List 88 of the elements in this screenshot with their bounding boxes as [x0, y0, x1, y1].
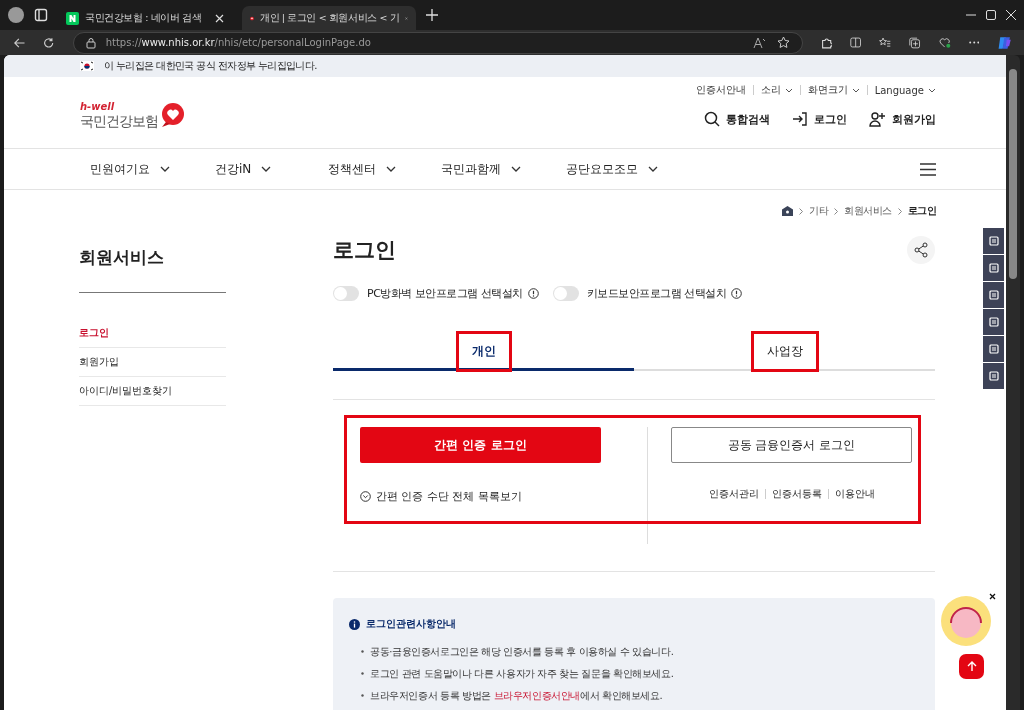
- n-logo-icon: [66, 11, 79, 25]
- bullet-icon: [361, 694, 364, 697]
- chevron-down-icon: [784, 87, 793, 93]
- scrollbar[interactable]: [1006, 55, 1020, 710]
- breadcrumb-link[interactable]: 회원서비스: [844, 204, 892, 218]
- home-icon[interactable]: [782, 206, 793, 216]
- scroll-top-button[interactable]: [959, 654, 984, 679]
- profile-icon[interactable]: [8, 7, 24, 23]
- nav-menu[interactable]: 공단요모조모: [566, 160, 659, 178]
- toggle-switch[interactable]: [552, 286, 579, 301]
- guide-link[interactable]: 브라우저인증서안내: [493, 690, 580, 701]
- maximize-icon[interactable]: [986, 10, 996, 20]
- notice-title: 로그인관련사항안내: [366, 617, 456, 631]
- header-link[interactable]: 통합검색: [704, 111, 770, 127]
- header-link[interactable]: 로그인: [792, 111, 847, 127]
- nav-menu[interactable]: 국민과함께: [441, 160, 522, 178]
- government-site-notice: 이 누리집은 대한민국 공식 전자정부 누리집입니다.: [104, 59, 317, 73]
- url-text: https://www.nhis.or.kr/nhis/etc/personalLoginPage.do: [105, 37, 371, 48]
- share-icon[interactable]: [907, 236, 935, 264]
- utility-link[interactable]: 인증서안내: [695, 83, 746, 97]
- split-screen-icon[interactable]: [850, 36, 862, 49]
- chevron-right-icon: [897, 207, 902, 215]
- favorites-icon[interactable]: [879, 36, 892, 49]
- new-tab-icon[interactable]: [426, 9, 438, 21]
- notice-text: 로그인 관련 도움말이나 다른 사용자가 자주 찾는 질문을 확인해보세요.: [370, 667, 674, 681]
- utility-menu[interactable]: 소리: [760, 83, 793, 97]
- read-aloud-icon[interactable]: [752, 36, 767, 49]
- sidebar-title: 회원서비스: [79, 246, 226, 293]
- certificate-link[interactable]: 이용안내: [834, 487, 875, 501]
- notice-text: 공동·금융인증서로그인은 해당 인증서를 등록 후 이용하실 수 있습니다.: [370, 645, 674, 659]
- sidebar-item[interactable]: 아이디/비밀번호찾기: [79, 377, 226, 406]
- chevron-down-icon: [648, 166, 659, 172]
- info-icon[interactable]: [527, 288, 539, 299]
- info-icon: [349, 618, 360, 630]
- chatbot-avatar[interactable]: [941, 596, 991, 646]
- site-logo[interactable]: h-well 국민건강보험: [80, 102, 186, 130]
- certificate-link[interactable]: 인증서관리: [708, 487, 759, 501]
- utility-menu[interactable]: 화면크기: [807, 83, 860, 97]
- info-icon[interactable]: [731, 288, 743, 299]
- certificate-login-button[interactable]: 공동 금융인증서 로그인: [671, 427, 912, 463]
- arrow-up-icon: [966, 661, 977, 672]
- add-user-icon: [869, 111, 886, 127]
- browser-tab[interactable]: 개인 | 로그인 < 회원서비스 < 기: [242, 6, 416, 30]
- toggle-switch[interactable]: [333, 286, 359, 301]
- toggle-label: PC방화벽 보안프로그램 선택설치: [367, 286, 523, 301]
- browser-tab[interactable]: 국민건강보험 : 네이버 검색: [58, 6, 232, 30]
- chevron-down-icon: [928, 87, 936, 93]
- nav-menu[interactable]: 민원여기요: [90, 160, 170, 178]
- bullet-icon: [361, 672, 364, 675]
- notice-text: 브라우저인증서 등록 방법은 브라우저인증서안내에서 확인해보세요.: [370, 689, 663, 703]
- chevron-down-icon: [160, 166, 170, 172]
- breadcrumb-link[interactable]: 기타: [809, 204, 828, 218]
- sidebar-item[interactable]: 회원가입: [79, 348, 226, 377]
- search-icon: [704, 111, 720, 127]
- chevron-down-icon: [261, 166, 272, 172]
- utility-menu[interactable]: Language: [874, 84, 936, 96]
- collections-icon[interactable]: [909, 35, 921, 50]
- nav-menu[interactable]: 건강iN: [215, 160, 272, 178]
- simple-login-button[interactable]: 간편 인증 로그인: [360, 427, 601, 463]
- nav-menu[interactable]: 정책센터: [328, 160, 397, 178]
- bullet-icon: [361, 650, 364, 653]
- chevron-down-icon: [386, 166, 397, 172]
- login-tab[interactable]: 사업장: [634, 333, 935, 371]
- chevron-down-icon: [851, 87, 860, 93]
- chevron-right-icon: [799, 207, 803, 215]
- login-tab[interactable]: 개인: [333, 333, 634, 371]
- chevron-right-icon: [834, 207, 838, 215]
- flag-icon: [80, 61, 94, 71]
- sidebar-item[interactable]: 로그인: [79, 319, 226, 348]
- toggle-label: 키보드보안프로그램 선택설치: [586, 286, 727, 301]
- chevron-circle-icon: [360, 491, 371, 502]
- certificate-link[interactable]: 인증서등록: [771, 487, 822, 501]
- menu-icon[interactable]: [920, 162, 936, 176]
- heart-pulse-icon[interactable]: [938, 35, 951, 50]
- more-icon[interactable]: [968, 41, 980, 44]
- close-window-icon[interactable]: [1006, 10, 1016, 20]
- address-bar[interactable]: https://www.nhis.or.kr/nhis/etc/personalLoginPage.do: [72, 31, 803, 54]
- chevron-down-icon: [511, 166, 522, 172]
- reload-icon[interactable]: [43, 35, 55, 50]
- back-icon[interactable]: [14, 36, 26, 49]
- login-icon: [792, 111, 808, 127]
- breadcrumb-link[interactable]: 로그인: [907, 204, 936, 218]
- puzzle-icon[interactable]: [820, 35, 832, 50]
- list-toggle-link[interactable]: 간편 인증 수단 전체 목록보기: [360, 489, 522, 504]
- star-icon[interactable]: [776, 36, 790, 49]
- page-title: 로그인: [333, 237, 396, 264]
- header-link[interactable]: 회원가입: [869, 111, 936, 127]
- tab-panel-icon[interactable]: [34, 8, 48, 22]
